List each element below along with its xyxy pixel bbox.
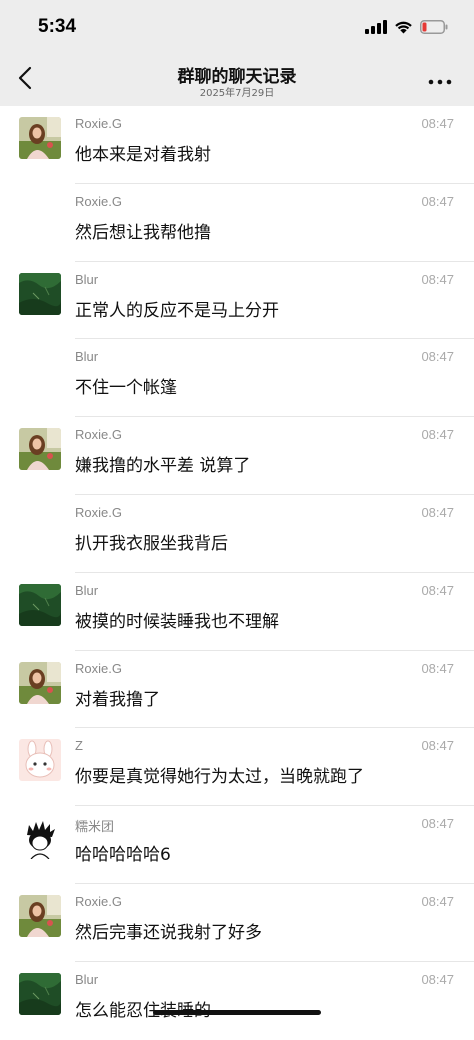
- message-item[interactable]: Roxie.G 08:47 然后完事还说我射了好多: [0, 884, 474, 962]
- message-item[interactable]: Blur 08:47 正常人的反应不是马上分开: [0, 262, 474, 340]
- message-time: 08:47: [421, 349, 454, 365]
- message-sender: Blur: [75, 271, 99, 287]
- message-list: Roxie.G 08:47 他本来是对着我射 Roxie.G 08:47 然后想让我帮他撸…: [0, 106, 474, 1040]
- status-icons: [365, 18, 448, 36]
- avatar-roxie[interactable]: [19, 117, 61, 159]
- message-text: 怎么能忍住装睡的: [75, 1000, 211, 1021]
- avatar-roxie[interactable]: [19, 894, 61, 937]
- avatar-roxie[interactable]: [19, 428, 61, 471]
- message-sender: Roxie.G: [75, 504, 122, 520]
- message-sender: Roxie.G: [75, 660, 122, 676]
- message-time: 08:47: [421, 116, 454, 131]
- message-time: 08:47: [421, 427, 454, 443]
- avatar-blur[interactable]: [19, 972, 61, 1015]
- message-sender: Roxie.G: [75, 427, 122, 443]
- message-time: 08:47: [421, 660, 454, 676]
- message-item[interactable]: Roxie.G 08:47 对着我撸了: [0, 651, 474, 729]
- message-text: 对着我撸了: [75, 689, 160, 710]
- message-text: 正常人的反应不是马上分开: [75, 300, 279, 321]
- more-icon[interactable]: [426, 68, 454, 92]
- message-text: 扒开我衣服坐我背后: [75, 533, 228, 554]
- message-text: 被摸的时候装睡我也不理解: [75, 611, 279, 632]
- message-time: 08:47: [421, 816, 454, 832]
- status-bar: 5:34: [0, 0, 474, 52]
- message-sender: Roxie.G: [75, 193, 122, 209]
- avatar-blur[interactable]: [19, 272, 61, 315]
- battery-low-icon: [420, 20, 448, 34]
- message-item[interactable]: Blur 08:47 怎么能忍住装睡的: [0, 962, 474, 1040]
- message-text: 然后想让我帮他撸: [75, 222, 211, 243]
- message-time: 08:47: [421, 504, 454, 520]
- signal-icon: [365, 20, 387, 34]
- message-text: 你要是真觉得她行为太过，当晚就跑了: [75, 767, 364, 788]
- message-item[interactable]: Blur 08:47 被摸的时候装睡我也不理解: [0, 573, 474, 651]
- message-time: 08:47: [421, 971, 454, 987]
- message-text: 嫌我撸的水平差 说算了: [75, 456, 251, 477]
- nav-bar: 群聊的聊天记录 2025年7月29日: [0, 52, 474, 106]
- message-sender: Blur: [75, 349, 99, 365]
- message-sender: Roxie.G: [75, 116, 122, 131]
- message-sender: Z: [75, 738, 83, 754]
- wifi-icon: [395, 21, 412, 34]
- message-item[interactable]: Roxie.G 08:47 嫌我撸的水平差 说算了: [0, 417, 474, 495]
- message-text: 他本来是对着我射: [75, 145, 211, 165]
- avatar-z[interactable]: [19, 739, 61, 782]
- message-sender: Roxie.G: [75, 893, 122, 909]
- home-indicator: [153, 1010, 321, 1015]
- message-sender: 糯米团: [75, 819, 115, 835]
- message-sender: Blur: [75, 971, 99, 987]
- message-time: 08:47: [421, 738, 454, 754]
- message-time: 08:47: [421, 193, 454, 209]
- avatar-blur[interactable]: [19, 583, 61, 626]
- message-text: 然后完事还说我射了好多: [75, 922, 262, 943]
- status-time: 5:34: [38, 16, 77, 37]
- message-item[interactable]: Roxie.G 08:47 扒开我衣服坐我背后: [0, 495, 474, 573]
- message-text: 不住一个帐篷: [75, 378, 177, 399]
- message-time: 08:47: [421, 271, 454, 287]
- avatar-roxie[interactable]: [19, 661, 61, 704]
- page-subtitle: 2025年7月29日: [199, 88, 275, 99]
- message-sender: Blur: [75, 582, 99, 598]
- message-item[interactable]: 糯米团 08:47 哈哈哈哈哈6: [0, 806, 474, 884]
- message-item[interactable]: Roxie.G 08:47 然后想让我帮他撸: [0, 184, 474, 262]
- message-item[interactable]: Roxie.G 08:47 他本来是对着我射: [0, 106, 474, 184]
- message-text: 哈哈哈哈哈6: [75, 845, 171, 866]
- avatar-nuomituan[interactable]: [19, 817, 61, 860]
- message-time: 08:47: [421, 893, 454, 909]
- message-item[interactable]: Z 08:47 你要是真觉得她行为太过，当晚就跑了: [0, 728, 474, 807]
- message-item[interactable]: Blur 08:47 不住一个帐篷: [0, 339, 474, 418]
- message-time: 08:47: [421, 582, 454, 598]
